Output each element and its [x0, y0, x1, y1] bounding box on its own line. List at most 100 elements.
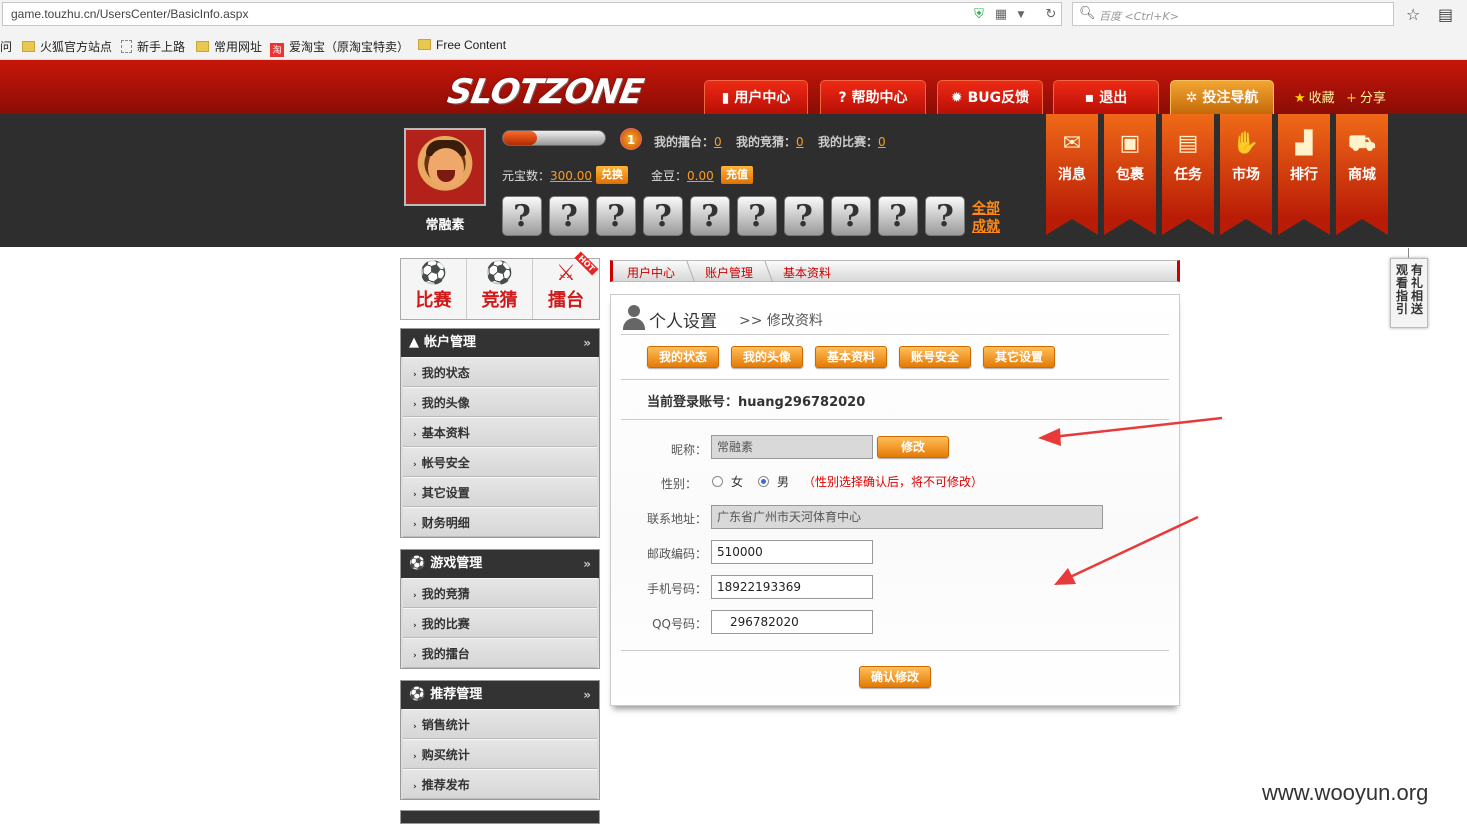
tab-other-settings[interactable]: 其它设置	[983, 346, 1055, 368]
achievement-slot[interactable]: ?	[643, 196, 683, 236]
avatar[interactable]	[404, 128, 486, 206]
sidebar-item-my-guess[interactable]: › 我的竞猜	[403, 578, 597, 608]
expand-icon[interactable]: »	[583, 681, 591, 709]
achievement-slot[interactable]: ?	[690, 196, 730, 236]
shield-icon[interactable]: ⛨	[971, 7, 987, 23]
tab-arena[interactable]: ⚔ 擂台 HOT	[533, 251, 599, 319]
gender-male-radio[interactable]	[758, 476, 769, 487]
current-account: 当前登录账号：huang296782020	[647, 395, 866, 410]
achievement-slot[interactable]: ?	[502, 196, 542, 236]
sidebar-item-my-status[interactable]: › 我的状态	[403, 357, 597, 387]
achievement-slot[interactable]: ?	[737, 196, 777, 236]
breadcrumb-item[interactable]: 账户管理	[705, 264, 753, 281]
nav-user-center[interactable]: ▮ 用户中心	[704, 80, 808, 114]
banner-ranking[interactable]: ▟ 排行	[1278, 114, 1330, 235]
cart-icon: ⛟	[1348, 131, 1376, 156]
person-icon	[623, 305, 645, 331]
sidebar-header[interactable]: ⚽ 推荐管理»	[401, 681, 599, 709]
exchange-button[interactable]: 兑换	[596, 166, 628, 184]
bookmark-star-icon[interactable]: ☆	[1406, 5, 1420, 24]
nav-betting-guide[interactable]: ✲ 投注导航	[1170, 80, 1274, 114]
float-tab-gift: 有礼相送	[1411, 263, 1424, 316]
recharge-button[interactable]: 充值	[721, 166, 753, 184]
sidebar-item-basic-info[interactable]: › 基本资料	[403, 417, 597, 447]
gender-female-radio[interactable]	[712, 476, 723, 487]
achievement-slot[interactable]: ?	[596, 196, 636, 236]
sidebar-item-other-settings[interactable]: › 其它设置	[403, 477, 597, 507]
achievement-slot[interactable]: ?	[925, 196, 965, 236]
sidebar-next-section	[400, 810, 600, 824]
search-bar[interactable]: 🔍︎ 百度 <Ctrl+K>	[1072, 2, 1394, 26]
zip-field[interactable]: 510000	[711, 540, 873, 564]
tab-account-security[interactable]: 账号安全	[899, 346, 971, 368]
sidebar-item-sales-stats[interactable]: › 销售统计	[403, 709, 597, 739]
banner-shop[interactable]: ⛟ 商城	[1336, 114, 1388, 235]
tab-my-status[interactable]: 我的状态	[647, 346, 719, 368]
my-guess-count[interactable]: 0	[796, 135, 804, 149]
phone-label: 手机号码：	[646, 582, 707, 596]
bookmark-item[interactable]: 淘爱淘宝（原淘宝特卖）	[270, 38, 409, 57]
sidebar-item-my-arena[interactable]: › 我的擂台	[403, 638, 597, 668]
address-field[interactable]: 广东省广州市天河体育中心	[711, 505, 1103, 529]
level-progress-fill	[503, 131, 537, 145]
breadcrumb-item[interactable]: 用户中心	[627, 264, 675, 281]
dropdown-arrow-icon[interactable]: ▼	[1013, 7, 1029, 23]
tab-match[interactable]: ⚽ 比赛	[401, 259, 467, 319]
nav-help-center[interactable]: ? 帮助中心	[820, 80, 926, 114]
address-bar[interactable]: game.touzhu.cn/UsersCenter/BasicInfo.asp…	[2, 2, 1062, 26]
jindou-value[interactable]: 0.00	[687, 169, 714, 183]
share-link[interactable]: + 分享	[1346, 87, 1386, 106]
all-achievements-link[interactable]: 全部成就	[972, 200, 1002, 236]
page-icon	[121, 40, 132, 53]
breadcrumb: 用户中心 账户管理 基本资料	[610, 260, 1180, 282]
phone-field[interactable]: 18922193369	[711, 575, 873, 599]
sidebar-header[interactable]: ⚽ 游戏管理»	[401, 550, 599, 578]
bookmark-item[interactable]: Free Content	[418, 38, 506, 52]
expand-icon[interactable]: »	[583, 329, 591, 357]
taobao-icon: 淘	[270, 43, 284, 57]
yuanbao-value[interactable]: 300.00	[550, 169, 592, 183]
breadcrumb-item[interactable]: 基本资料	[783, 264, 831, 281]
sidebar-item-my-match[interactable]: › 我的比赛	[403, 608, 597, 638]
sidebar-item-recommend-publish[interactable]: › 推荐发布	[403, 769, 597, 799]
qr-code-icon[interactable]: ▦	[993, 7, 1009, 23]
banner-tasks[interactable]: ▤ 任务	[1162, 114, 1214, 235]
my-arena-count[interactable]: 0	[714, 135, 722, 149]
achievement-slot[interactable]: ?	[784, 196, 824, 236]
yuanbao-balance: 元宝数：300.00	[502, 169, 593, 183]
achievement-slot[interactable]: ?	[878, 196, 918, 236]
favorite-link[interactable]: ★ 收藏	[1294, 87, 1335, 106]
nickname-field[interactable]: 常融素	[711, 435, 873, 459]
bookmark-item[interactable]: 新手上路	[121, 38, 185, 55]
expand-icon[interactable]: »	[583, 550, 591, 578]
reload-icon[interactable]: ↻	[1043, 7, 1059, 23]
sidebar-item-purchase-stats[interactable]: › 购买统计	[403, 739, 597, 769]
modify-nickname-button[interactable]: 修改	[877, 436, 949, 458]
confirm-modify-button[interactable]: 确认修改	[859, 666, 931, 688]
sidebar-item-finance[interactable]: › 财务明细	[403, 507, 597, 537]
tab-basic-info[interactable]: 基本资料	[815, 346, 887, 368]
help-icon: ?	[838, 90, 847, 106]
float-guide-tab[interactable]: 观看指引 有礼相送	[1390, 258, 1428, 328]
thumbs-up-icon: ✋	[1232, 131, 1260, 156]
nav-logout[interactable]: ▪ 退出	[1053, 80, 1159, 114]
my-match-count[interactable]: 0	[878, 135, 886, 149]
reading-list-icon[interactable]: ▤	[1438, 5, 1453, 24]
sidebar-header[interactable]: ▲ 帐户管理»	[401, 329, 599, 357]
banner-messages[interactable]: ✉ 消息	[1046, 114, 1098, 235]
bookmark-item[interactable]: 火狐官方站点	[22, 38, 112, 55]
url-text: game.touzhu.cn/UsersCenter/BasicInfo.asp…	[11, 7, 249, 21]
nav-bug-report[interactable]: ✹ BUG反馈	[937, 80, 1043, 114]
achievement-slot[interactable]: ?	[549, 196, 589, 236]
bookmark-item[interactable]: 常用网址	[196, 38, 262, 55]
tab-my-avatar[interactable]: 我的头像	[731, 346, 803, 368]
tab-guess[interactable]: ⚽ 竞猜	[467, 259, 533, 319]
site-logo[interactable]: SLOTZONE	[444, 72, 645, 112]
qq-field[interactable]: 296782020	[711, 610, 873, 634]
bookmark-item[interactable]: 问	[0, 38, 12, 55]
banner-package[interactable]: ▣ 包裹	[1104, 114, 1156, 235]
sidebar-item-my-avatar[interactable]: › 我的头像	[403, 387, 597, 417]
banner-market[interactable]: ✋ 市场	[1220, 114, 1272, 235]
achievement-slot[interactable]: ?	[831, 196, 871, 236]
sidebar-item-account-security[interactable]: › 帐号安全	[403, 447, 597, 477]
